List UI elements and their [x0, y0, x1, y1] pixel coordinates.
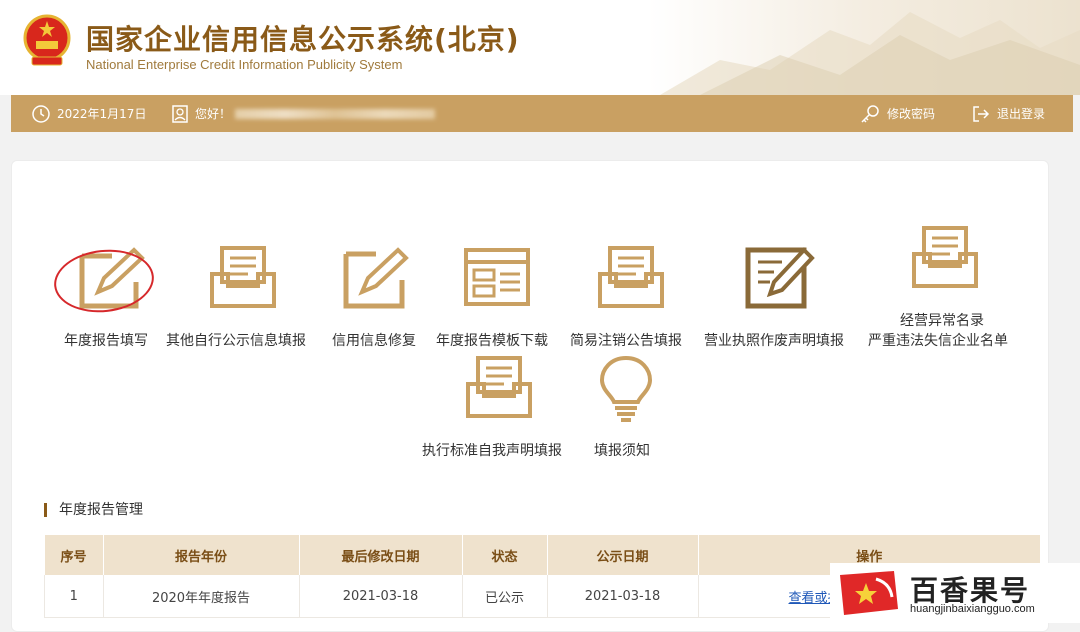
logout-button[interactable]: 退出登录 — [971, 95, 1045, 132]
col-header: 状态 — [462, 535, 548, 575]
tile-credit-repair[interactable]: 信用信息修复 — [330, 240, 426, 350]
national-emblem-icon — [23, 14, 71, 66]
tile-label: 经营异常名录 — [900, 313, 984, 329]
tile-label: 简易注销公告填报 — [570, 333, 682, 349]
tile-label: 年度报告填写 — [64, 333, 148, 349]
clock-icon — [32, 104, 50, 123]
tile-other-publicity[interactable]: 其他自行公示信息填报 — [166, 240, 322, 350]
tile-label: 年度报告模板下载 — [436, 333, 548, 349]
col-header: 序号 — [44, 535, 104, 575]
cell-modified-date: 2021-03-18 — [298, 575, 463, 618]
change-password-button[interactable]: 修改密码 — [859, 95, 935, 132]
mountain-background-icon — [660, 12, 1080, 95]
certificate-edit-icon — [745, 247, 815, 309]
tile-label: 营业执照作废声明填报 — [704, 333, 844, 349]
pencil-note-icon — [343, 247, 409, 309]
tile-filling-notice[interactable]: 填报须知 — [590, 350, 662, 460]
section-title-annual-report: 年度报告管理 — [44, 503, 143, 517]
blurred-username — [235, 108, 436, 119]
tile-simple-deregistration[interactable]: 简易注销公告填报 — [568, 240, 694, 350]
site-header: 国家企业信用信息公示系统(北京) National Enterprise Cre… — [0, 0, 1080, 95]
current-date: 2022年1月17日 — [57, 107, 147, 121]
document-tray-icon — [210, 246, 276, 308]
cell-index: 1 — [44, 575, 104, 618]
lightbulb-icon — [599, 355, 653, 422]
tile-label: 填报须知 — [594, 443, 650, 459]
tile-label-secondary: 严重违法失信企业名单 — [868, 333, 1008, 349]
change-password-label: 修改密码 — [887, 107, 936, 121]
watermark: 百香果号 huangjinbaixiangguo.com — [830, 563, 1080, 623]
logout-label: 退出登录 — [997, 107, 1046, 121]
key-icon — [861, 104, 879, 123]
tile-label: 执行标准自我声明填报 — [422, 443, 562, 459]
document-tray-icon — [466, 356, 532, 418]
tile-template-download[interactable]: 年度报告模板下载 — [434, 240, 560, 350]
site-title: 国家企业信用信息公示系统(北京) — [86, 23, 520, 56]
tile-label: 其他自行公示信息填报 — [166, 333, 306, 349]
user-card-icon — [172, 104, 188, 123]
watermark-url: huangjinbaixiangguo.com — [910, 603, 1035, 615]
tile-standard-declaration[interactable]: 执行标准自我声明填报 — [420, 350, 580, 460]
greeting-label: 您好！ — [195, 107, 232, 121]
template-window-icon — [464, 248, 530, 306]
tile-abnormal-list[interactable]: 经营异常名录 严重违法失信企业名单 — [866, 220, 1026, 350]
watermark-logo-icon — [840, 571, 898, 615]
logout-icon — [973, 105, 990, 122]
col-header: 公示日期 — [547, 535, 699, 575]
cell-status: 已公示 — [461, 575, 548, 618]
tile-license-void[interactable]: 营业执照作废声明填报 — [702, 240, 860, 350]
tile-label: 信用信息修复 — [332, 333, 416, 349]
cell-publicity-date: 2021-03-18 — [546, 575, 699, 618]
col-header: 最后修改日期 — [299, 535, 463, 575]
cell-report-year: 2020年年度报告 — [102, 575, 300, 618]
site-subtitle: National Enterprise Credit Information P… — [86, 57, 403, 72]
document-tray-icon — [598, 246, 664, 308]
top-bar: 2022年1月17日 您好！ 修改密码 退出登录 — [11, 95, 1073, 132]
user-greeting: 您好！ — [171, 95, 436, 132]
col-header: 报告年份 — [103, 535, 300, 575]
document-tray-icon — [912, 226, 978, 288]
date-display: 2022年1月17日 — [31, 95, 146, 132]
